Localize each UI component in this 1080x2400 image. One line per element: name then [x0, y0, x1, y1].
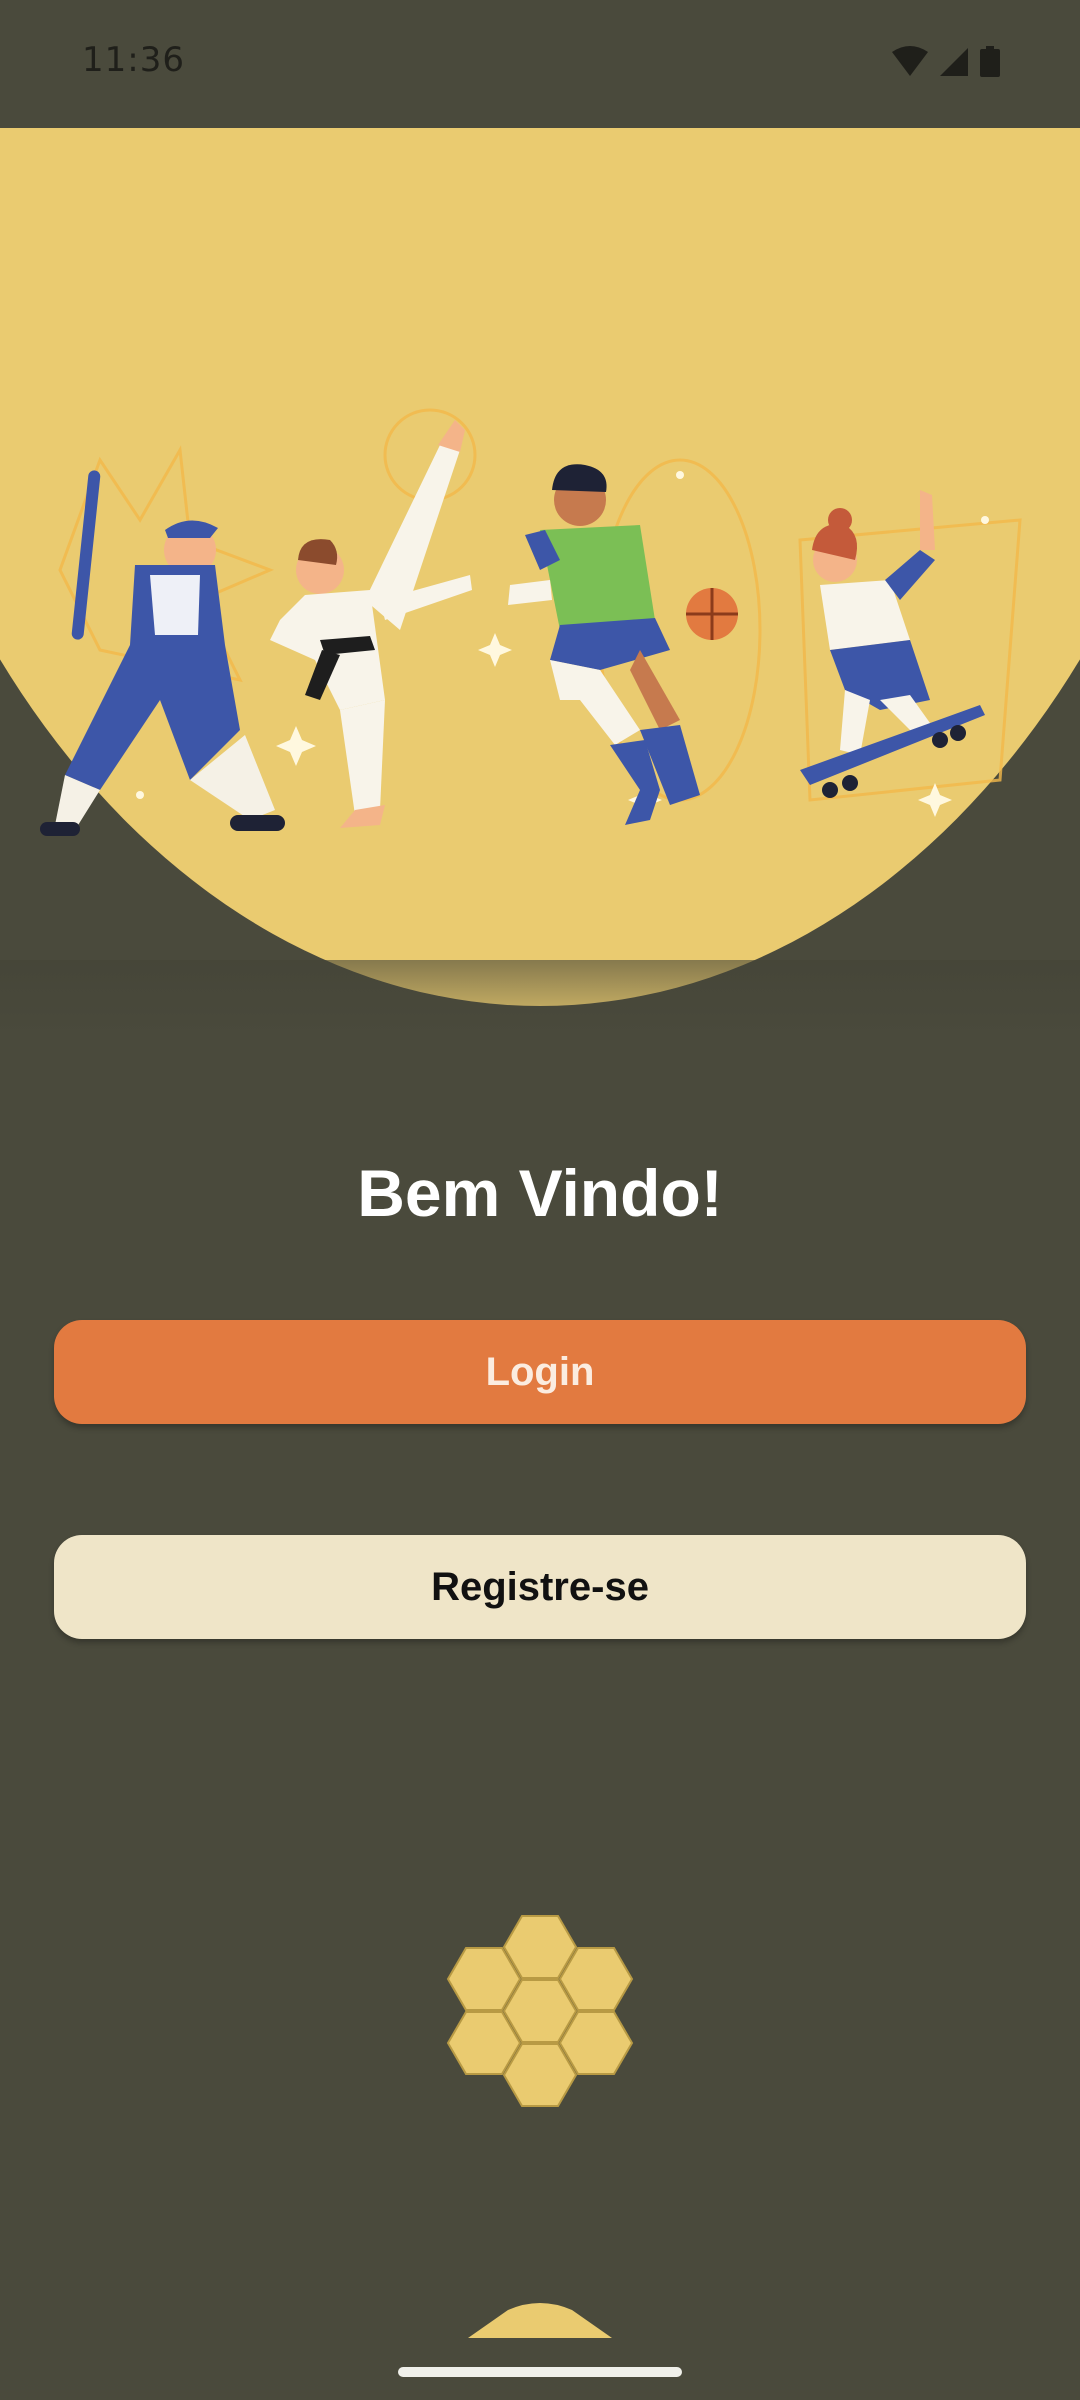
login-button[interactable]: Login — [54, 1320, 1026, 1424]
login-button-label: Login — [485, 1349, 595, 1394]
battery-icon — [980, 46, 1000, 77]
honeycomb-logo-icon — [446, 1915, 634, 2107]
status-time: 11:36 — [82, 40, 185, 80]
home-indicator[interactable] — [398, 2367, 682, 2377]
register-button[interactable]: Registre-se — [54, 1535, 1026, 1639]
welcome-screen: 11:36 Bem Vindo! Login Registre-se — [0, 0, 1080, 2400]
hero-shadow — [0, 960, 1080, 1040]
status-icons — [892, 44, 1008, 80]
register-button-label: Registre-se — [431, 1564, 649, 1609]
bottom-sheet-handle[interactable] — [468, 2302, 612, 2338]
sports-players-illustration — [40, 408, 1022, 836]
skateboarder — [800, 490, 985, 798]
karate-fighter — [270, 420, 472, 828]
status-bar: 11:36 — [0, 0, 1080, 128]
wifi-icon — [892, 46, 928, 76]
cell-signal-icon — [940, 48, 968, 76]
welcome-title: Bem Vindo! — [357, 1156, 723, 1230]
basketball-player — [508, 464, 738, 825]
